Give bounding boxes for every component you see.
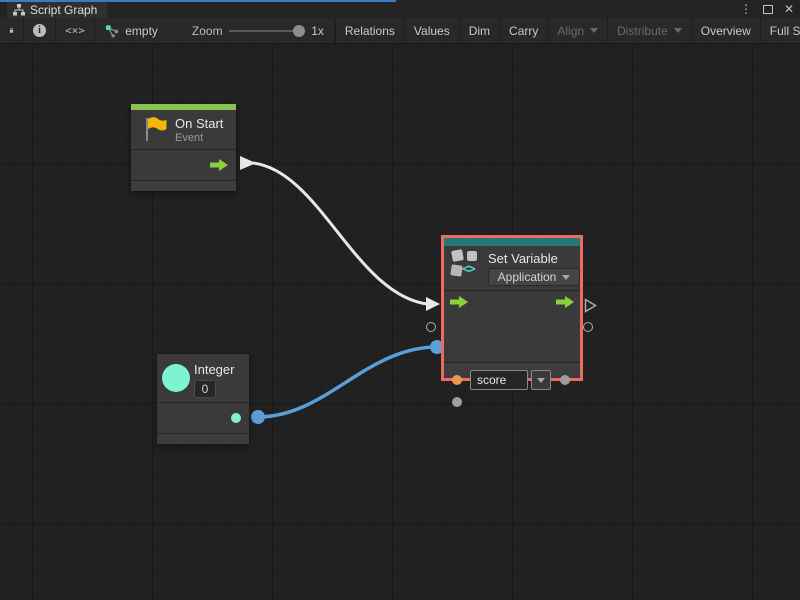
- chevron-down-icon: [590, 28, 598, 33]
- toolbar-actions: Relations Values Dim Carry Align Distrib…: [335, 18, 800, 43]
- zoom-slider[interactable]: [229, 25, 306, 37]
- code-icon: <×>: [65, 24, 85, 37]
- tab-script-graph[interactable]: Script Graph: [7, 2, 107, 18]
- unconnected-trigger-marker[interactable]: [584, 298, 597, 313]
- integer-ports: [157, 403, 249, 433]
- value-wire-integer-to-setvariable[interactable]: [251, 340, 444, 424]
- graph-network-icon: [105, 24, 119, 38]
- graph-name-label: empty: [125, 24, 158, 38]
- zoom-value: 1x: [311, 24, 324, 38]
- node-title: Set Variable: [488, 251, 558, 266]
- flow-wire-onstart-to-setvariable[interactable]: [240, 156, 440, 311]
- variable-name-port[interactable]: [452, 375, 462, 385]
- carry-button[interactable]: Carry: [500, 18, 548, 43]
- node-integer[interactable]: Integer 0: [157, 354, 249, 444]
- trigger-output-port[interactable]: [556, 296, 574, 308]
- variable-accent-strip: [444, 238, 580, 246]
- flag-icon: [142, 116, 168, 142]
- lock-button[interactable]: [0, 18, 24, 43]
- values-button[interactable]: Values: [405, 18, 460, 43]
- node-footer: [157, 434, 249, 444]
- full-screen-button[interactable]: Full Screen: [761, 18, 800, 43]
- graph-context-section: empty Zoom 1x: [95, 18, 335, 43]
- graph-canvas[interactable]: On Start Event <> Set V: [0, 44, 800, 600]
- zoom-label: Zoom: [192, 24, 223, 38]
- dim-button[interactable]: Dim: [460, 18, 500, 43]
- variable-name-input[interactable]: [470, 370, 528, 390]
- graph-hierarchy-icon: [13, 4, 25, 16]
- maximize-icon[interactable]: [763, 5, 773, 14]
- value-output-port[interactable]: [560, 375, 570, 385]
- tab-label: Script Graph: [30, 3, 97, 17]
- window-menu-icon[interactable]: ⋮: [740, 3, 752, 15]
- graph-toolbar: i <×> empty Zoom 1x Relations Values Dim: [0, 18, 800, 44]
- wire-layer: [0, 44, 800, 600]
- node-subtitle: Event: [175, 132, 203, 144]
- info-button[interactable]: i: [24, 18, 56, 43]
- close-icon[interactable]: ✕: [784, 3, 794, 15]
- zoom-slider-handle[interactable]: [293, 25, 305, 37]
- lock-icon: [9, 24, 14, 37]
- trigger-output-port[interactable]: [210, 159, 228, 171]
- script-graph-window: Script Graph ⋮ ✕ i <×>: [0, 0, 800, 600]
- titlebar: Script Graph ⋮ ✕: [0, 0, 800, 18]
- node-set-variable[interactable]: <> Set Variable Application: [441, 235, 583, 381]
- trigger-input-port[interactable]: [450, 296, 468, 308]
- set-variable-ports: [444, 291, 580, 362]
- integer-type-icon: [162, 364, 190, 392]
- code-preview-button[interactable]: <×>: [56, 18, 95, 43]
- set-variable-icon: <>: [451, 249, 481, 279]
- on-start-header: On Start Event: [131, 110, 236, 149]
- unconnected-input-marker[interactable]: [426, 322, 436, 332]
- node-on-start[interactable]: On Start Event: [131, 104, 236, 191]
- unconnected-output-marker[interactable]: [583, 322, 593, 332]
- node-title: On Start: [175, 116, 223, 131]
- set-variable-header: <> Set Variable Application: [444, 246, 580, 290]
- info-icon: i: [33, 24, 46, 37]
- integer-output-port[interactable]: [231, 413, 241, 423]
- variable-scope-dropdown[interactable]: Application: [488, 268, 580, 286]
- new-value-input-port[interactable]: [452, 397, 462, 407]
- distribute-dropdown-button[interactable]: Distribute: [608, 18, 692, 43]
- node-footer: [131, 181, 236, 191]
- integer-value-field[interactable]: 0: [194, 380, 216, 398]
- integer-header: Integer 0: [157, 354, 249, 402]
- chevron-down-icon: [674, 28, 682, 33]
- chevron-down-icon: [562, 275, 570, 280]
- align-dropdown-button[interactable]: Align: [548, 18, 608, 43]
- on-start-ports: [131, 150, 236, 180]
- window-controls: ⋮ ✕: [740, 0, 794, 18]
- chevron-down-icon: [537, 378, 545, 383]
- variable-name-picker-button[interactable]: [531, 370, 551, 390]
- overview-button[interactable]: Overview: [692, 18, 761, 43]
- relations-button[interactable]: Relations: [335, 18, 405, 43]
- node-title: Integer: [194, 362, 234, 377]
